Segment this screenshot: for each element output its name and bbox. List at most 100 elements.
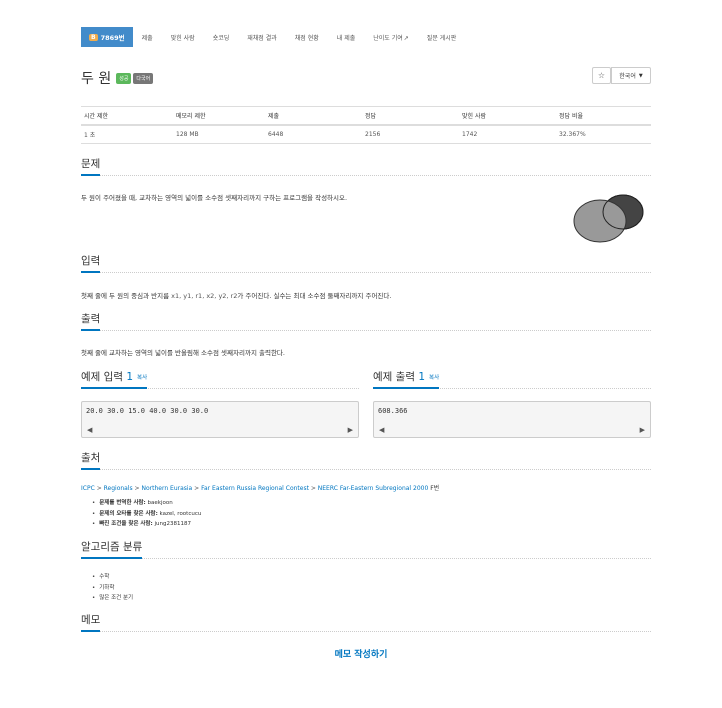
credit-label: 문제를 번역한 사람: [99,500,146,506]
table-cell: 1 초 [81,125,173,144]
credit-user[interactable]: kazel, rootcucu [160,511,202,517]
table-cell: 2156 [362,125,459,144]
algorithm-list: 수학 기하학 많은 조건 분기 [92,572,133,604]
table-header: 제출 [265,106,362,126]
input-section-header: 입력 [81,253,651,273]
table-header: 맞힌 사람 [459,106,556,126]
nav-qna[interactable]: 질문 게시판 [418,33,466,42]
table-cell: 128 MB [173,125,265,144]
credit-user[interactable]: baekjoon [148,500,173,506]
sample-input-box[interactable]: 20.0 30.0 15.0 40.0 30.0 30.0 ◀ ▶ [81,401,359,438]
nav-problem-label: 7869번 [100,34,125,42]
section-title: 문제 [81,156,101,176]
section-title: 예제 출력 1 복사 [373,369,440,389]
credit-label: 빠진 조건을 찾은 사람: [99,521,153,527]
list-item[interactable]: 수학 [92,572,133,580]
algorithm-tag: 기하학 [99,584,115,591]
section-title: 알고리즘 분류 [81,539,143,559]
table-row: 1 초 128 MB 6448 2156 1742 32.367% [81,125,651,144]
nav-problem-number[interactable]: B 7869번 [81,27,133,47]
scroll-left-icon[interactable]: ◀ [379,426,384,434]
source-link-northern-eurasia[interactable]: Northern Eurasia [141,485,192,492]
source-link-subregional[interactable]: NEERC Far-Eastern Subregional 2000 [318,485,429,492]
sample-number: 1 [126,371,134,383]
list-item: 빠진 조건을 찾은 사람: jung2381187 [92,519,201,527]
algorithm-section-header: 알고리즘 분류 [81,539,651,559]
star-icon: ☆ [597,71,606,80]
input-text-suffix: 가 주어진다. 실수는 최대 소수점 둘째자리까지 주어진다. [237,292,392,300]
breadcrumb-separator: > [308,485,318,492]
table-cell: 32.367% [556,125,651,144]
language-select[interactable]: 한국어 ▼ [611,67,651,84]
table-header: 정답 비율 [556,106,651,126]
table-header: 정답 [362,106,459,126]
venn-diagram-image [573,194,644,243]
table-cell: 1742 [459,125,556,144]
scroll-right-icon[interactable]: ▶ [640,426,645,434]
sample-output-header: 예제 출력 1 복사 [373,369,651,389]
nav-submit[interactable]: 제출 [133,33,162,42]
table-header: 메모리 제한 [173,106,265,126]
language-label: 한국어 [619,73,636,80]
problem-nav: B 7869번 제출 맞힌 사람 숏코딩 재채점 결과 채점 현황 내 제출 난… [81,27,465,47]
tier-badge: B [89,33,98,41]
input-text-prefix: 첫째 줄에 두 원의 중심과 반지름 [81,292,170,300]
memo-section-header: 메모 [81,612,651,632]
nav-solved-users[interactable]: 맞힌 사람 [162,33,204,42]
problem-section-header: 문제 [81,156,651,176]
section-title: 메모 [81,612,101,632]
write-memo-link[interactable]: 메모 작성하기 [0,647,722,660]
source-breadcrumb: ICPC > Regionals > Northern Eurasia > Fa… [81,483,439,492]
scroll-right-icon[interactable]: ▶ [348,426,353,434]
list-item[interactable]: 기하학 [92,583,133,591]
output-section-header: 출력 [81,311,651,331]
sample-input-title: 예제 입력 [81,371,123,383]
nav-status[interactable]: 채점 현황 [286,33,328,42]
sample-output-text: 608.366 [378,407,408,415]
list-item: 문제를 번역한 사람: baekjoon [92,498,201,506]
nav-difficulty-label: 난이도 기여 [373,34,403,42]
table-header-row: 시간 제한 메모리 제한 제출 정답 맞힌 사람 정답 비율 [81,106,651,126]
source-section-header: 출처 [81,450,651,470]
nav-my-submissions[interactable]: 내 제출 [328,33,364,42]
breadcrumb-separator: > [94,485,104,492]
copy-button[interactable]: 복사 [429,375,439,381]
status-badge: 성공 [116,72,132,84]
nav-rejudge[interactable]: 재채점 결과 [238,33,286,42]
table-cell: 6448 [265,125,362,144]
page-title: 두 원 [81,71,112,87]
section-title: 출처 [81,450,101,470]
copy-button[interactable]: 복사 [137,375,147,381]
source-problem-letter: F번 [430,485,440,492]
credit-user[interactable]: jung2381187 [155,521,192,527]
star-button[interactable]: ☆ [592,67,611,84]
section-title: 입력 [81,253,101,273]
sample-output-box[interactable]: 608.366 ◀ ▶ [373,401,651,438]
section-title: 예제 입력 1 복사 [81,369,148,389]
input-vars: x1, y1, r1, x2, y2, r2 [171,292,238,300]
chevron-down-icon: ▼ [638,72,643,79]
external-link-icon: ↗ [403,34,409,42]
page: B 7869번 제출 맞힌 사람 숏코딩 재채점 결과 채점 현황 내 제출 난… [0,0,722,708]
source-link-far-eastern[interactable]: Far Eastern Russia Regional Contest [201,485,309,492]
nav-short-coding[interactable]: 숏코딩 [204,33,239,42]
problem-title-row: 두 원 성공 다국어 [81,68,155,88]
problem-info-table: 시간 제한 메모리 제한 제출 정답 맞힌 사람 정답 비율 1 초 128 M… [81,106,651,144]
nav-difficulty[interactable]: 난이도 기여↗ [364,33,418,42]
algorithm-tag: 수학 [99,574,110,580]
sample-number: 1 [418,371,426,383]
table-header: 시간 제한 [81,106,173,126]
problem-description: 두 원이 주어졌을 때, 교차하는 영역의 넓이를 소수점 셋째자리까지 구하는… [81,194,348,202]
multilang-badge: 다국어 [133,72,154,84]
sample-input-text: 20.0 30.0 15.0 40.0 30.0 30.0 [86,407,209,415]
sample-output-title: 예제 출력 [373,371,415,383]
algorithm-tag: 많은 조건 분기 [99,595,134,601]
section-title: 출력 [81,311,101,331]
credit-label: 문제의 오타를 찾은 사람: [99,510,158,517]
input-description: 첫째 줄에 두 원의 중심과 반지름 x1, y1, r1, x2, y2, r… [81,290,391,300]
list-item[interactable]: 많은 조건 분기 [92,593,133,601]
scroll-left-icon[interactable]: ◀ [87,426,92,434]
source-link-icpc[interactable]: ICPC [81,485,95,492]
source-link-regionals[interactable]: Regionals [104,485,133,492]
output-description: 첫째 줄에 교차하는 영역의 넓이를 반올림해 소수점 셋째자리까지 출력한다. [81,349,285,357]
